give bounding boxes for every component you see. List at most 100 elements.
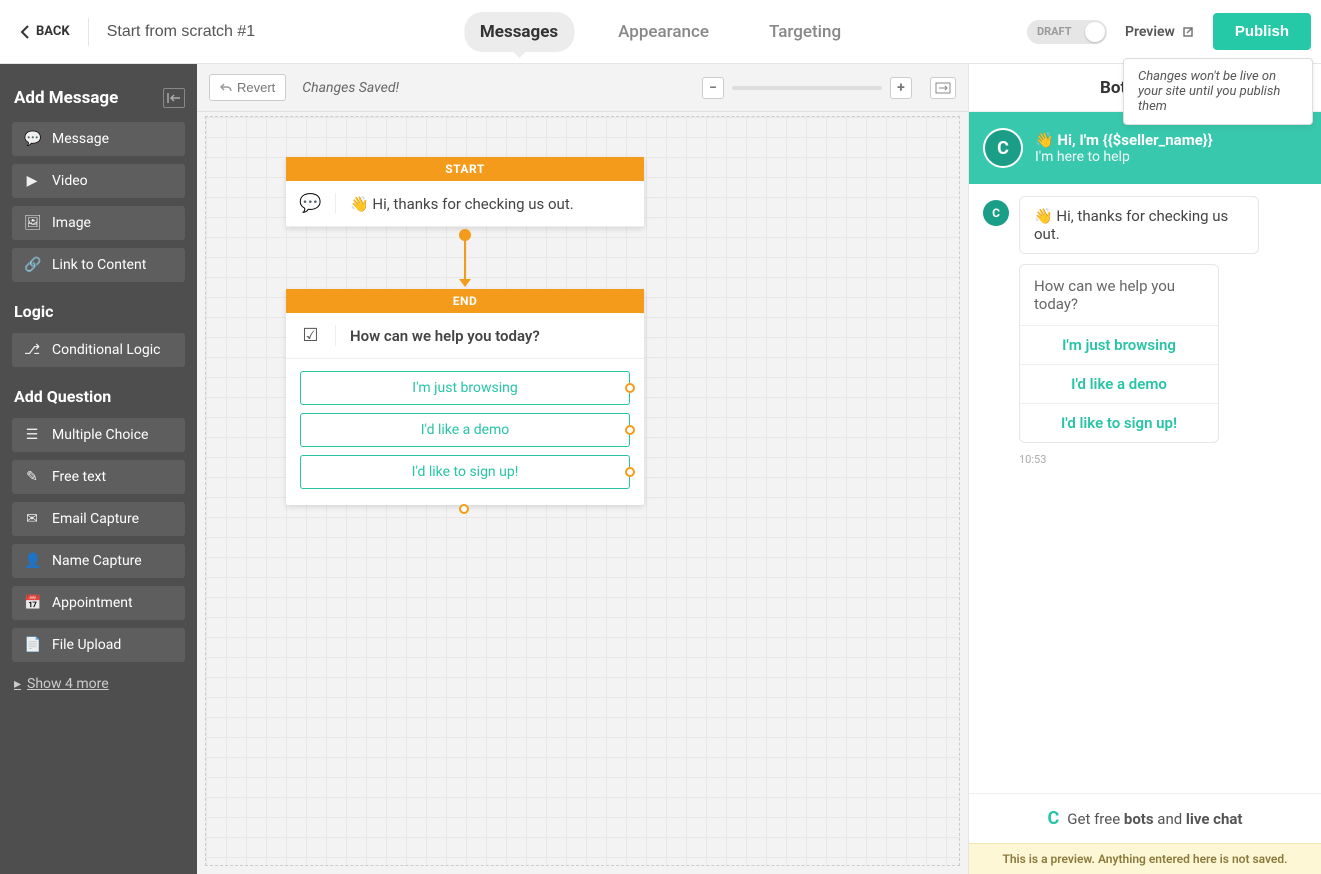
message-timestamp: 10:53 xyxy=(1019,453,1307,466)
chat-bubble: 👋 Hi, thanks for checking us out. xyxy=(1019,196,1259,254)
sidebar-item-label: Multiple Choice xyxy=(52,427,148,443)
connector-port[interactable] xyxy=(625,383,635,393)
show-more-link[interactable]: ▸ Show 4 more xyxy=(14,676,185,692)
main-tabs: Messages Appearance Targeting xyxy=(464,12,857,52)
greet-text: 👋 Hi, I'm {{$seller_name}} I'm here to h… xyxy=(1035,131,1213,165)
promo-bots: bots xyxy=(1124,810,1154,828)
image-icon: 🖼 xyxy=(24,215,40,231)
tab-appearance[interactable]: Appearance xyxy=(602,12,725,52)
heading-add-message: Add Message xyxy=(14,88,185,108)
node-end-body: ☑ How can we help you today? xyxy=(286,313,644,359)
back-label: BACK xyxy=(36,24,70,39)
question-text: How can we help you today? xyxy=(1020,265,1218,325)
node-start[interactable]: START 💬 👋 Hi, thanks for checking us out… xyxy=(286,157,644,227)
chat-message-row: C 👋 Hi, thanks for checking us out. xyxy=(983,196,1307,254)
sidebar-item-conditional[interactable]: ⎇Conditional Logic xyxy=(12,333,185,367)
caret-right-icon: ▸ xyxy=(14,676,21,692)
node-end[interactable]: END ☑ How can we help you today? I'm jus… xyxy=(286,289,644,505)
sidebar-item-label: Link to Content xyxy=(52,257,146,273)
heading-logic: Logic xyxy=(14,302,185,321)
heading-label: Add Message xyxy=(14,88,118,108)
option-label: I'd like to sign up! xyxy=(412,464,519,480)
main-layout: Add Message 💬 Message ▶Video 🖼 Image 🔗 Link… xyxy=(0,64,1321,874)
chat-icon: 💬 xyxy=(300,193,336,214)
sidebar-item-label: Email Capture xyxy=(52,511,139,527)
sidebar-item-email[interactable]: ✉Email Capture xyxy=(12,502,185,536)
sidebar-item-message[interactable]: 💬 Message xyxy=(12,122,185,156)
collapse-icon xyxy=(167,92,181,104)
draft-toggle[interactable]: DRAFT xyxy=(1027,20,1107,44)
option-label: I'm just browsing xyxy=(412,380,517,396)
toggle-knob xyxy=(1085,22,1105,42)
sidebar-item-label: Video xyxy=(52,173,88,189)
node-start-body: 💬 👋 Hi, thanks for checking us out. xyxy=(286,181,644,227)
left-sidebar: Add Message 💬 Message ▶Video 🖼 Image 🔗 Link… xyxy=(0,64,197,874)
top-bar: BACK Messages Appearance Targeting DRAFT… xyxy=(0,0,1321,64)
sidebar-item-file-upload[interactable]: 📄 File Upload xyxy=(12,628,185,662)
calendar-icon: 📅 xyxy=(24,595,40,611)
option-label: I'd like a demo xyxy=(421,422,510,438)
promo-mid: and xyxy=(1154,810,1186,828)
question-card: How can we help you today? I'm just brow… xyxy=(1019,264,1219,443)
promo-banner[interactable]: C Get free bots and live chat xyxy=(969,793,1321,843)
message-icon: 💬 xyxy=(24,131,40,147)
greet-line1: 👋 Hi, I'm {{$seller_name}} xyxy=(1035,131,1213,149)
bot-avatar: C xyxy=(983,128,1023,168)
node-end-options: I'm just browsing I'd like a demo I'd li… xyxy=(286,359,644,505)
bot-avatar-small: C xyxy=(983,200,1009,226)
preview-option-browsing[interactable]: I'm just browsing xyxy=(1020,325,1218,364)
publish-tooltip: Changes won't be live on your site until… xyxy=(1123,58,1313,125)
connector-port[interactable] xyxy=(625,425,635,435)
checklist-icon: ☑ xyxy=(300,325,336,346)
sidebar-item-label: Conditional Logic xyxy=(52,342,160,358)
tab-targeting[interactable]: Targeting xyxy=(753,12,857,52)
file-icon: 📄 xyxy=(24,637,40,653)
chevron-left-icon xyxy=(20,25,30,39)
preview-option-demo[interactable]: I'd like a demo xyxy=(1020,364,1218,403)
collapse-sidebar-button[interactable] xyxy=(163,88,185,108)
option-demo[interactable]: I'd like a demo xyxy=(300,413,630,447)
canvas-toolbar: Revert Changes Saved! − + xyxy=(197,64,968,112)
preview-link[interactable]: Preview xyxy=(1125,24,1195,40)
option-browsing[interactable]: I'm just browsing xyxy=(300,371,630,405)
option-signup[interactable]: I'd like to sign up! xyxy=(300,455,630,489)
sidebar-item-multiple-choice[interactable]: ☰Multiple Choice xyxy=(12,418,185,452)
draft-label: DRAFT xyxy=(1037,25,1072,38)
greet-line2: I'm here to help xyxy=(1035,149,1213,165)
node-end-header: END xyxy=(286,289,644,313)
publish-button[interactable]: Publish xyxy=(1213,13,1311,50)
preview-option-signup[interactable]: I'd like to sign up! xyxy=(1020,403,1218,442)
pencil-icon: ✎ xyxy=(24,469,40,485)
person-icon: 👤 xyxy=(24,553,40,569)
sidebar-item-label: Message xyxy=(52,131,109,147)
sidebar-item-link[interactable]: 🔗 Link to Content xyxy=(12,248,185,282)
fit-screen-button[interactable] xyxy=(930,77,956,99)
zoom-out-button[interactable]: − xyxy=(702,77,724,99)
sidebar-item-free-text[interactable]: ✎ Free text xyxy=(12,460,185,494)
save-status: Changes Saved! xyxy=(302,80,399,96)
zoom-slider[interactable] xyxy=(732,86,882,90)
tab-messages[interactable]: Messages xyxy=(464,12,574,52)
logo-icon: C xyxy=(1048,808,1060,829)
sidebar-item-name[interactable]: 👤Name Capture xyxy=(12,544,185,578)
sidebar-item-label: Free text xyxy=(52,469,106,485)
flow-canvas[interactable]: START 💬 👋 Hi, thanks for checking us out… xyxy=(205,116,960,866)
connector-port[interactable] xyxy=(625,467,635,477)
connector-port-bottom[interactable] xyxy=(459,504,469,514)
sidebar-item-appointment[interactable]: 📅Appointment xyxy=(12,586,185,620)
top-right-actions: DRAFT Preview Publish xyxy=(1027,13,1311,50)
sidebar-item-video[interactable]: ▶Video xyxy=(12,164,185,198)
zoom-in-button[interactable]: + xyxy=(890,77,912,99)
revert-button[interactable]: Revert xyxy=(209,74,286,101)
sidebar-item-label: Image xyxy=(52,215,91,231)
external-link-icon xyxy=(1181,25,1195,39)
back-button[interactable]: BACK xyxy=(14,18,76,45)
heading-add-question: Add Question xyxy=(14,387,185,406)
node-start-text: 👋 Hi, thanks for checking us out. xyxy=(350,195,574,213)
sidebar-item-image[interactable]: 🖼 Image xyxy=(12,206,185,240)
sidebar-item-label: File Upload xyxy=(52,637,121,653)
revert-label: Revert xyxy=(237,80,275,95)
flow-title-input[interactable] xyxy=(101,19,361,45)
link-icon: 🔗 xyxy=(24,257,40,273)
zoom-controls: − + xyxy=(702,77,956,99)
